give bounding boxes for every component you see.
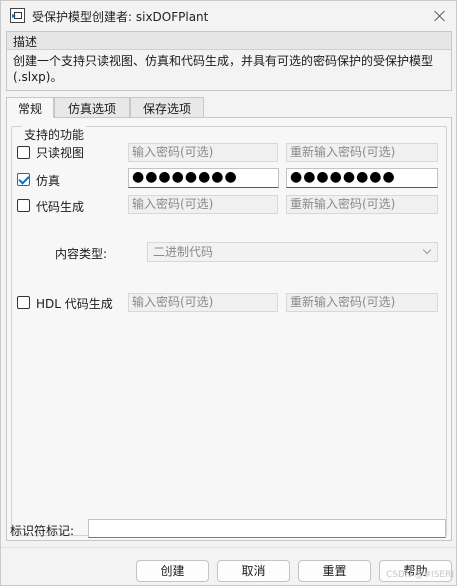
read-only-view-label: 只读视图 [36,146,85,160]
close-icon[interactable] [431,7,449,25]
cancel-button[interactable]: 取消 [217,560,290,582]
tab-simulation-options[interactable]: 仿真选项 [54,97,130,117]
hdl-password-field[interactable]: 输入密码(可选) [128,293,278,312]
hdl-code-generation-checkbox[interactable] [17,296,30,309]
identifier-tag-label: 标识符标记: [10,524,75,538]
simulation-label: 仿真 [36,174,61,188]
watermark: CSDN @#ISERI [386,570,455,580]
simulink-model-icon [10,8,25,23]
tab-save-options[interactable]: 保存选项 [130,97,204,117]
window-title: 受保护模型创建者: sixDOFPlant [32,10,209,24]
identifier-tag-input[interactable] [88,519,446,538]
description-header: 描述 [7,32,451,50]
code-generation-confirm-password-field[interactable]: 重新输入密码(可选) [286,195,438,214]
title-bar: 受保护模型创建者: sixDOFPlant [1,1,456,31]
code-generation-label: 代码生成 [36,200,85,214]
read-only-view-confirm-password-field[interactable]: 重新输入密码(可选) [286,143,438,162]
read-only-view-password-field[interactable]: 输入密码(可选) [128,143,278,162]
content-type-label: 内容类型: [55,247,108,261]
description-section: 描述 创建一个支持只读视图、仿真和代码生成，并具有可选的密码保护的受保护模型(.… [6,31,452,91]
tab-general[interactable]: 常规 [6,97,54,118]
description-title: 描述 [13,35,38,49]
create-button[interactable]: 创建 [136,560,209,582]
code-generation-checkbox[interactable] [17,199,30,212]
read-only-view-checkbox[interactable] [17,146,30,159]
protected-model-creator-dialog: 受保护模型创建者: sixDOFPlant 描述 创建一个支持只读视图、仿真和代… [0,0,457,586]
content-type-value: 二进制代码 [153,245,214,259]
simulation-confirm-password-field[interactable]: ●●●●●●●● [286,168,438,188]
hdl-code-generation-label: HDL 代码生成 [36,297,113,311]
group-title: 支持的功能 [22,126,87,143]
chevron-down-icon [422,245,432,255]
hdl-confirm-password-field[interactable]: 重新输入密码(可选) [286,293,438,312]
description-text: 创建一个支持只读视图、仿真和代码生成，并具有可选的密码保护的受保护模型(.slx… [13,54,434,84]
simulation-checkbox[interactable] [17,173,30,186]
simulation-password-field[interactable]: ●●●●●●●● [128,168,279,188]
button-bar-divider [1,547,456,548]
content-type-dropdown[interactable]: 二进制代码 [147,242,438,262]
reset-button[interactable]: 重置 [298,560,371,582]
code-generation-password-field[interactable]: 输入密码(可选) [128,195,278,214]
